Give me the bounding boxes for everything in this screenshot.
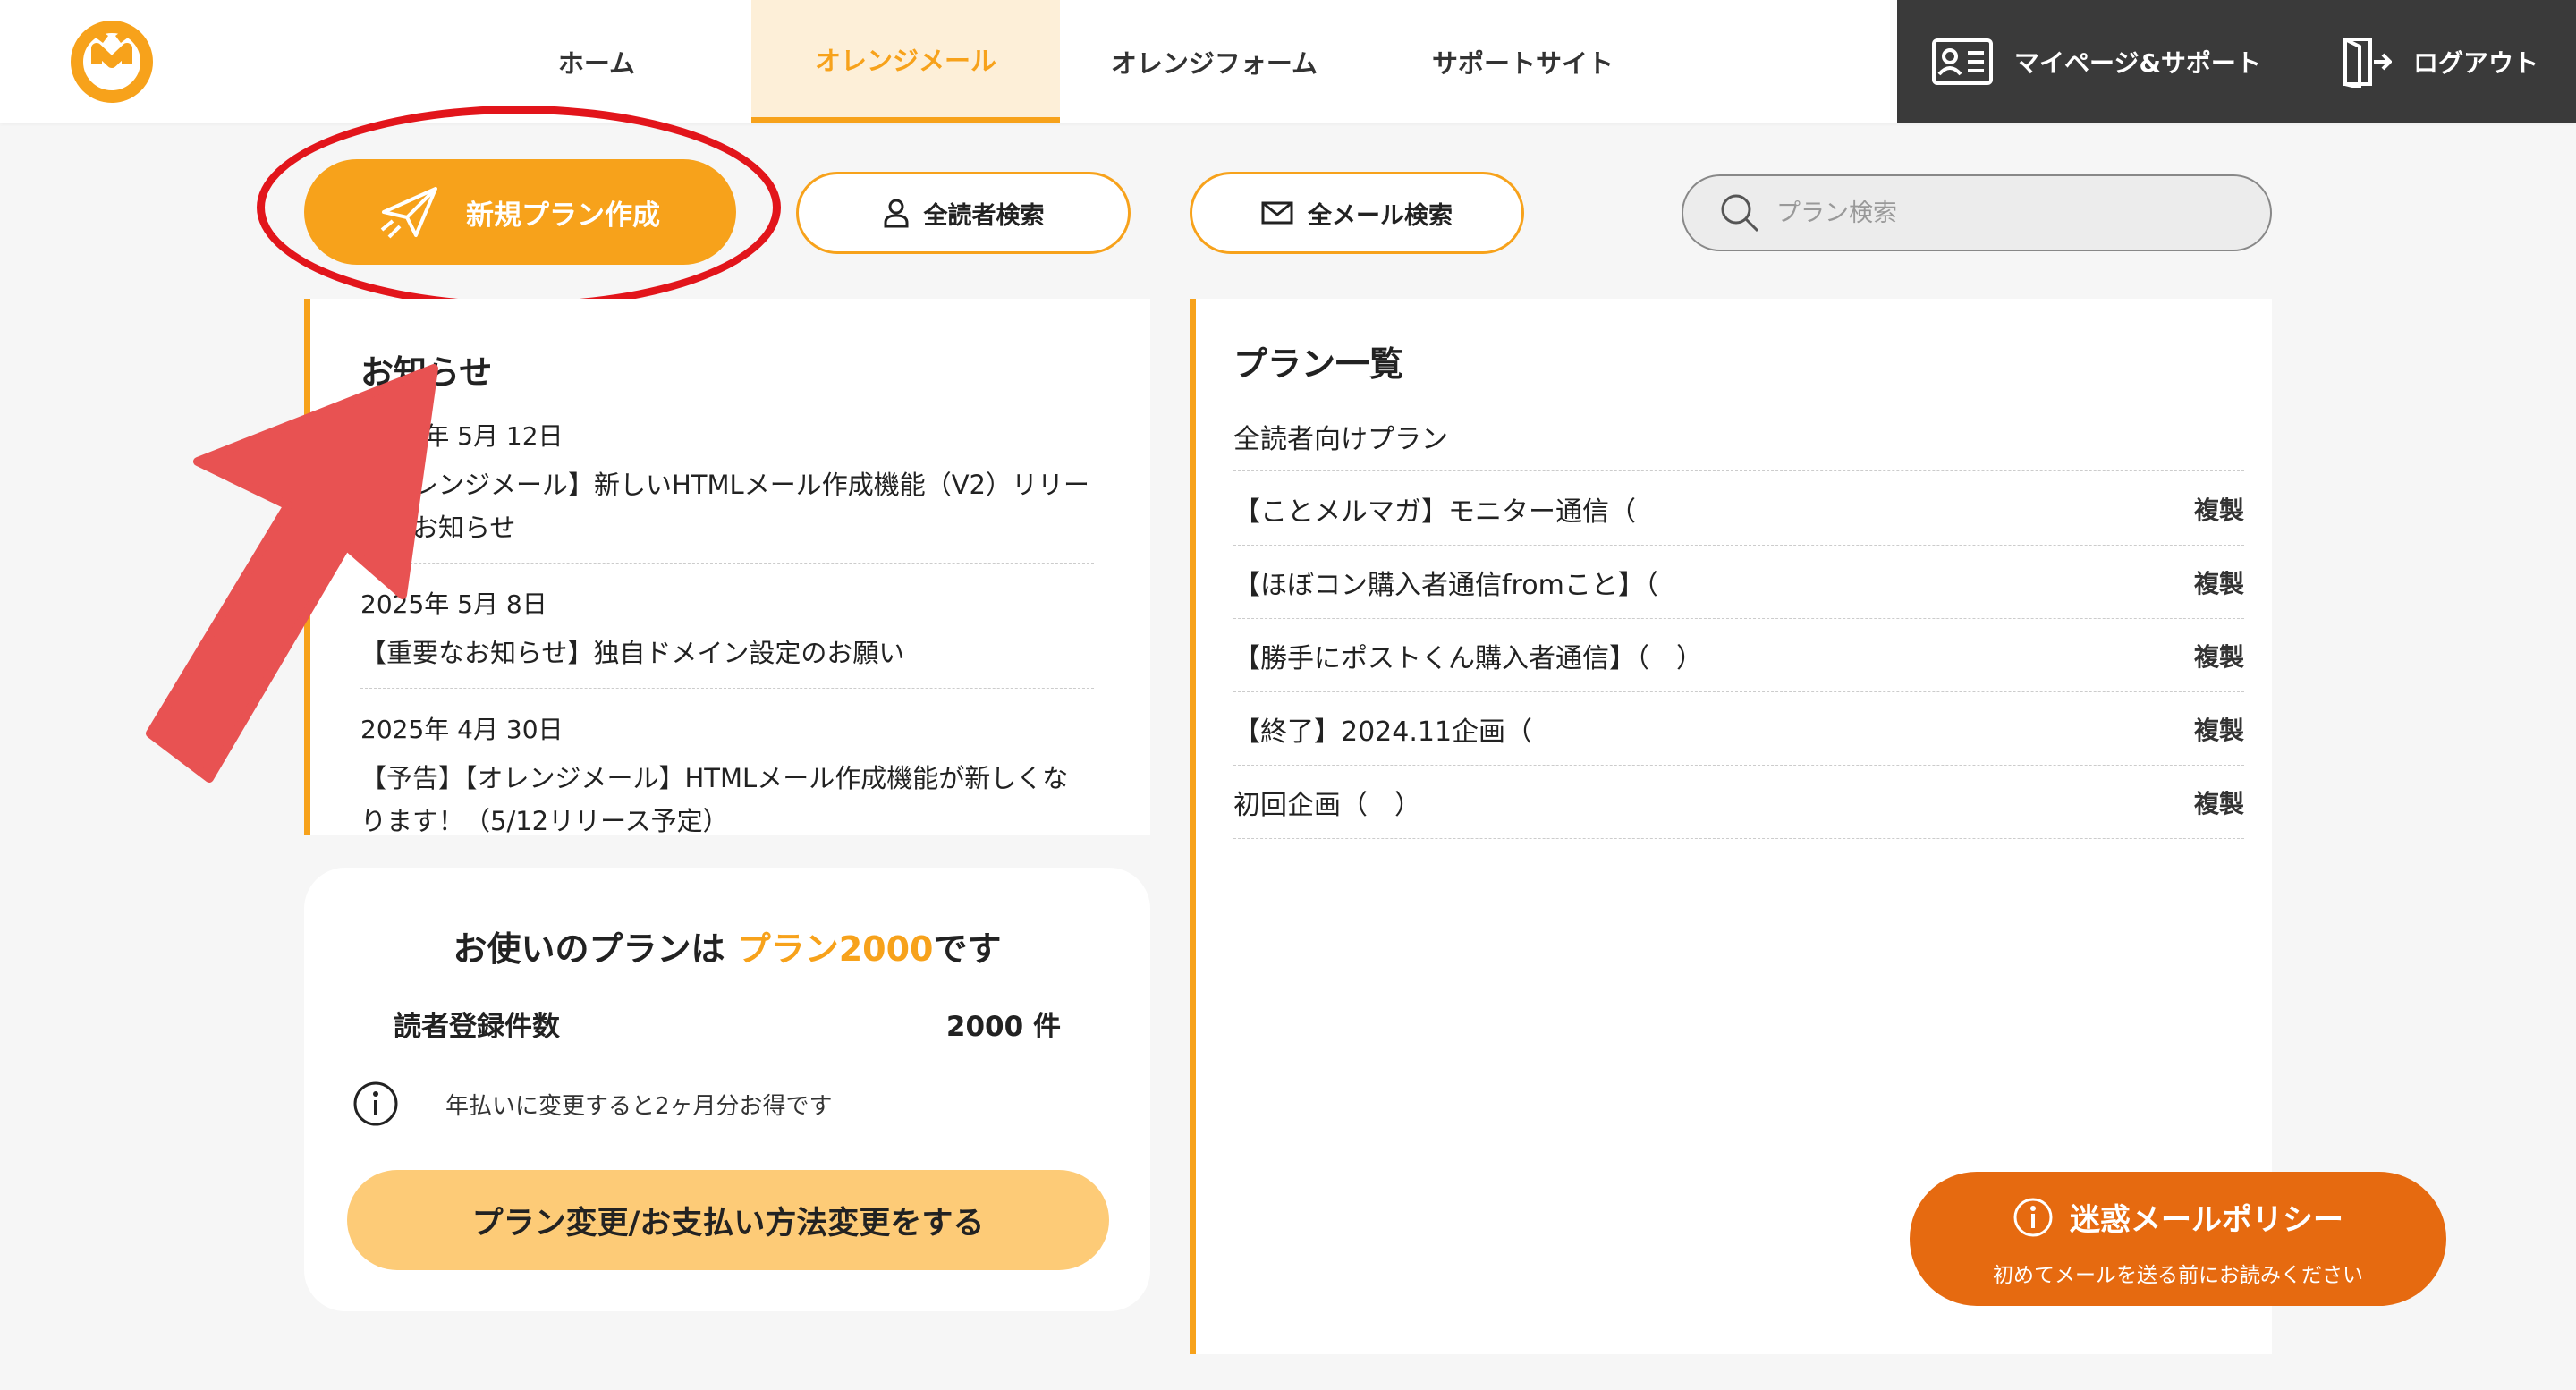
plan-row[interactable]: 初回企画（ ） 複製 <box>1233 766 2244 839</box>
notice-text[interactable]: 【重要なお知らせ】独自ドメイン設定のお願い <box>360 631 1094 674</box>
notice-item[interactable]: 2025年 5月 12日 【オレンジメール】新しいHTMLメール作成機能（V2）… <box>360 417 1094 564</box>
plan-list-title: プラン一覧 <box>1233 344 1404 384</box>
change-plan-button[interactable]: プラン変更/お支払い方法変更をする <box>347 1170 1109 1270</box>
annual-note-text: 年払いに変更すると2ヶ月分お得です <box>445 1092 833 1120</box>
profile-card-icon <box>1932 38 1993 85</box>
notice-date: 2025年 4月 30日 <box>360 715 564 744</box>
duplicate-button[interactable]: 複製 <box>2194 711 2244 747</box>
plan-name[interactable]: 初回企画（ ） <box>1233 783 1421 822</box>
notice-text[interactable]: 【予告】【オレンジメール】HTMLメール作成機能が新しくなります！（5/12リリ… <box>360 757 1094 835</box>
current-plan-card: お使いのプランは プラン2000です 読者登録件数 2000 件 年払いに変更す… <box>304 868 1150 1311</box>
plan-group-subtitle: 全読者向けプラン <box>1233 417 2244 471</box>
plan-name[interactable]: 【終了】2024.11企画（ <box>1233 709 1532 749</box>
current-plan-heading: お使いのプランは プラン2000です <box>304 921 1150 970</box>
highlight-circle <box>257 106 781 309</box>
spam-policy-button[interactable]: 迷惑メールポリシー 初めてメールを送る前にお読みください <box>1910 1172 2446 1306</box>
nav-orange-mail[interactable]: オレンジメール <box>751 0 1060 123</box>
nav-home[interactable]: ホーム <box>501 0 692 123</box>
duplicate-button[interactable]: 複製 <box>2194 784 2244 820</box>
duplicate-button[interactable]: 複製 <box>2194 638 2244 674</box>
all-readers-search-button[interactable]: 全読者検索 <box>796 172 1131 254</box>
logout-label: ログアウト <box>2413 47 2539 78</box>
orange-logo[interactable] <box>70 20 154 104</box>
annotation-arrow <box>146 364 438 783</box>
logout-link[interactable]: ログアウト <box>2342 0 2538 123</box>
plan-search-input[interactable] <box>1776 199 2241 227</box>
person-icon <box>884 199 908 228</box>
plan-row[interactable]: 【ことメルマガ】モニター通信（ 複製 <box>1233 472 2244 546</box>
notice-date: 2025年 5月 8日 <box>360 589 547 619</box>
plan-search-box[interactable] <box>1682 174 2272 251</box>
plan-row[interactable]: 【ほぼコン購入者通信fromこと】（ 複製 <box>1233 546 2244 619</box>
readers-count-label: 読者登録件数 <box>394 1011 560 1043</box>
plan-row[interactable]: 【勝手にポストくん購入者通信】（ ） 複製 <box>1233 619 2244 692</box>
envelope-icon <box>1261 201 1293 225</box>
info-icon <box>353 1081 398 1126</box>
readers-count-value: 2000 件 <box>945 1011 1061 1043</box>
notice-text[interactable]: 【オレンジメール】新しいHTMLメール作成機能（V2）リリースのお知らせ <box>360 463 1094 549</box>
all-readers-search-label: 全読者検索 <box>923 201 1045 230</box>
notice-date: 2025年 5月 12日 <box>360 421 564 451</box>
duplicate-button[interactable]: 複製 <box>2194 564 2244 600</box>
all-mail-search-button[interactable]: 全メール検索 <box>1190 172 1524 254</box>
mypage-label: マイページ&サポート <box>2014 47 2261 78</box>
plan-heading-prefix: お使いのプランは <box>453 929 737 969</box>
spam-policy-title-row: 迷惑メールポリシー <box>1910 1195 2446 1239</box>
spam-policy-subtitle: 初めてメールを送る前にお読みください <box>1993 1264 2363 1287</box>
plan-name[interactable]: 【勝手にポストくん購入者通信】（ ） <box>1233 636 1703 675</box>
annual-note: 年払いに変更すると2ヶ月分お得です <box>352 1081 833 1127</box>
search-icon <box>1721 194 1759 233</box>
plan-row[interactable]: 【終了】2024.11企画（ 複製 <box>1233 692 2244 766</box>
current-plan-name: プラン2000 <box>736 929 934 969</box>
plan-name[interactable]: 【ほぼコン購入者通信fromこと】（ <box>1233 563 1658 602</box>
plan-name[interactable]: 【ことメルマガ】モニター通信（ <box>1233 489 1636 529</box>
nav-support-site[interactable]: サポートサイト <box>1368 0 1677 123</box>
notice-item[interactable]: 2025年 5月 8日 【重要なお知らせ】独自ドメイン設定のお願い <box>360 585 1094 689</box>
mypage-support-link[interactable]: マイページ&サポート <box>1932 0 2261 123</box>
logout-icon <box>2343 37 2392 88</box>
nav-orange-form[interactable]: オレンジフォーム <box>1060 0 1368 123</box>
all-mail-search-label: 全メール検索 <box>1308 201 1453 230</box>
spam-policy-title: 迷惑メールポリシー <box>2070 1202 2343 1238</box>
info-icon <box>2013 1198 2053 1236</box>
notice-item[interactable]: 2025年 4月 30日 【予告】【オレンジメール】HTMLメール作成機能が新し… <box>360 710 1094 835</box>
plan-heading-suffix: です <box>933 929 1002 969</box>
duplicate-button[interactable]: 複製 <box>2194 491 2244 527</box>
